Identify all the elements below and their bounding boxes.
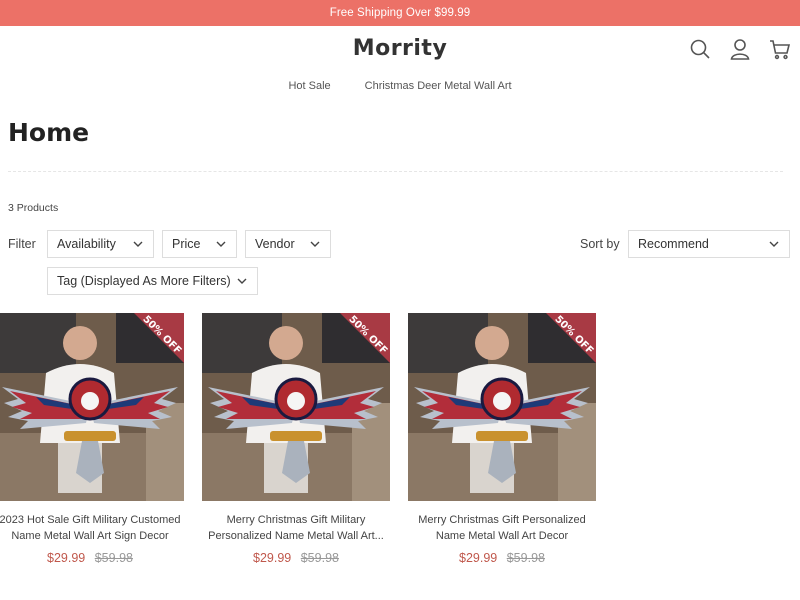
vendor-filter[interactable]: Vendor [245, 230, 331, 258]
tag-filter[interactable]: Tag (Displayed As More Filters) [47, 267, 258, 295]
product-count: 3 Products [8, 202, 59, 214]
chevron-down-icon [769, 240, 779, 248]
price-filter[interactable]: Price [162, 230, 237, 258]
product-title-line: Name Metal Wall Art Decor [435, 530, 569, 542]
product-title-line: Merry Christmas Gift Personalized [418, 514, 586, 526]
account-icon[interactable] [729, 38, 751, 60]
chevron-down-icon [216, 240, 226, 248]
cart-icon[interactable] [769, 38, 791, 60]
product-photo: 50% OFF [0, 313, 184, 501]
announcement-bar: Free Shipping Over $99.99 [0, 0, 800, 26]
main-nav: Hot Sale Christmas Deer Metal Wall Art [0, 80, 800, 98]
site-logo[interactable]: Morrity [0, 36, 800, 61]
filter-label: Filter [8, 237, 36, 251]
availability-filter[interactable]: Availability [47, 230, 154, 258]
product-title-line: 2023 Hot Sale Gift Military Customed [0, 514, 181, 526]
site-header: Morrity [0, 26, 800, 76]
product-image[interactable]: 50% OFF [408, 313, 596, 501]
divider [8, 171, 783, 172]
page-title: Home [8, 118, 90, 147]
product-photo: 50% OFF [408, 313, 596, 501]
product-image[interactable]: 50% OFF [202, 313, 390, 501]
vendor-filter-label: Vendor [255, 237, 295, 251]
product-title[interactable]: Merry Christmas Gift Personalized Name M… [408, 512, 596, 544]
chevron-down-icon [310, 240, 320, 248]
sale-price: $29.99 [459, 551, 498, 565]
product-title-line: Merry Christmas Gift Military [226, 514, 366, 526]
product-price: $29.99 $59.98 [202, 551, 390, 565]
sale-price: $29.99 [253, 551, 292, 565]
nav-item-christmas-deer[interactable]: Christmas Deer Metal Wall Art [365, 80, 512, 98]
chevron-down-icon [237, 277, 247, 285]
product-title-line: Name Metal Wall Art Sign Decor [11, 530, 169, 542]
tag-filter-label: Tag (Displayed As More Filters) [57, 274, 231, 288]
sale-price: $29.99 [47, 551, 86, 565]
sort-select[interactable]: Recommend [628, 230, 790, 258]
product-image[interactable]: 50% OFF [0, 313, 184, 501]
announcement-text: Free Shipping Over $99.99 [329, 7, 471, 19]
availability-filter-label: Availability [57, 237, 116, 251]
product-title[interactable]: Merry Christmas Gift Military Personaliz… [202, 512, 390, 544]
compare-price: $59.98 [300, 551, 339, 565]
product-photo: 50% OFF [202, 313, 390, 501]
compare-price: $59.98 [506, 551, 545, 565]
sort-selected-value: Recommend [638, 237, 709, 251]
search-icon[interactable] [689, 38, 711, 60]
product-price: $29.99 $59.98 [408, 551, 596, 565]
nav-item-hot-sale[interactable]: Hot Sale [288, 80, 330, 98]
price-filter-label: Price [172, 237, 201, 251]
compare-price: $59.98 [94, 551, 133, 565]
sort-label: Sort by [580, 237, 620, 251]
product-title-line: Personalized Name Metal Wall Art... [208, 530, 384, 542]
product-price: $29.99 $59.98 [0, 551, 184, 565]
chevron-down-icon [133, 240, 143, 248]
product-title[interactable]: 2023 Hot Sale Gift Military Customed Nam… [0, 512, 184, 544]
